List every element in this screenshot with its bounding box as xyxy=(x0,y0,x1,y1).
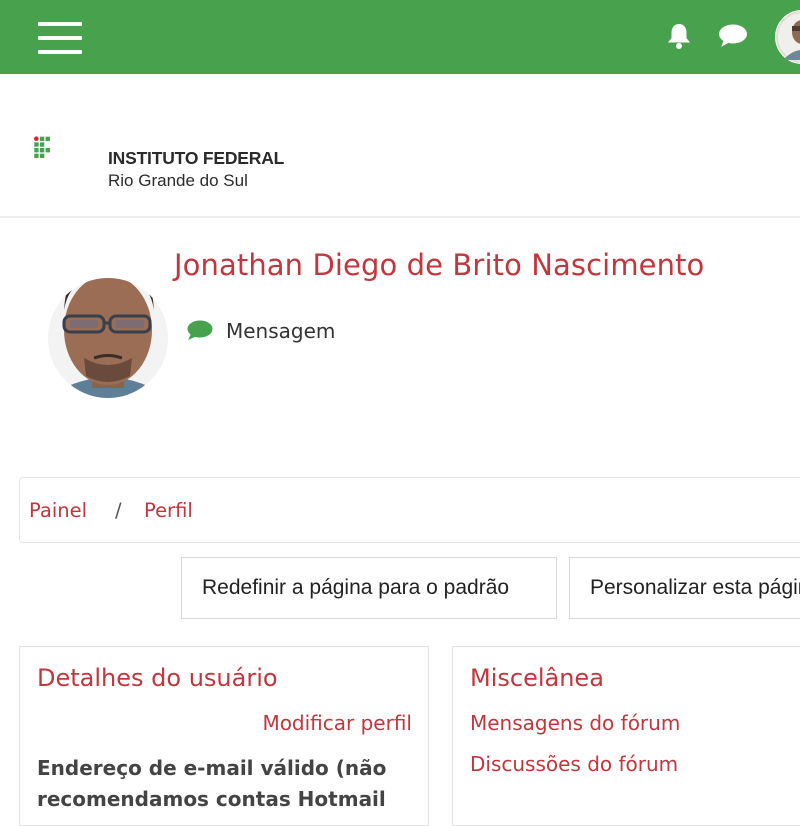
profile-picture xyxy=(48,250,168,405)
breadcrumb xyxy=(19,477,800,543)
misc-title: Miscelânea xyxy=(470,664,604,692)
breadcrumb-separator: / xyxy=(115,499,122,522)
message-label: Mensagem xyxy=(226,319,336,343)
user-avatar[interactable] xyxy=(775,10,800,64)
breadcrumb-item-perfil[interactable]: Perfil xyxy=(144,499,193,522)
user-details-title: Detalhes do usuário xyxy=(37,664,278,692)
edit-profile-link[interactable]: Modificar perfil xyxy=(262,711,412,735)
if-logo[interactable] xyxy=(34,102,106,194)
hamburger-menu-icon[interactable] xyxy=(38,22,84,54)
reset-page-button[interactable]: Redefinir a página para o padrão xyxy=(181,557,557,619)
logo-title: INSTITUTO FEDERAL xyxy=(108,148,285,168)
reset-page-label: Redefinir a página para o padrão xyxy=(202,576,510,599)
chat-bubble-icon[interactable] xyxy=(718,24,748,48)
bell-icon[interactable] xyxy=(666,22,692,50)
top-navbar xyxy=(0,0,800,74)
customize-page-button[interactable]: Personalizar esta página xyxy=(569,557,800,619)
logo-subtitle: Rio Grande do Sul xyxy=(108,171,248,190)
site-header xyxy=(0,74,800,218)
profile-name: Jonathan Diego de Brito Nascimento xyxy=(174,248,705,282)
breadcrumb-item-painel[interactable]: Painel xyxy=(29,499,87,522)
send-message-link[interactable]: Mensagem xyxy=(186,317,335,345)
email-note-line1: Endereço de e-mail válido (não xyxy=(37,756,387,780)
customize-page-label: Personalizar esta página xyxy=(590,576,800,599)
comment-icon xyxy=(187,320,213,340)
forum-discussions-link[interactable]: Discussões do fórum xyxy=(470,752,678,776)
forum-messages-link[interactable]: Mensagens do fórum xyxy=(470,711,680,735)
